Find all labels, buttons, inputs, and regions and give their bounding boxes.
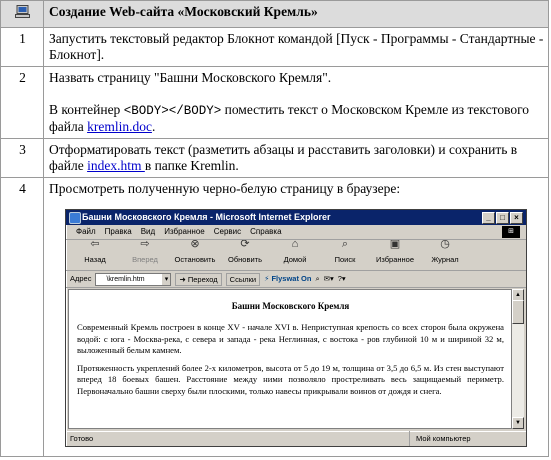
browser-window: Башни Московского Кремля - Microsoft Int… — [65, 209, 527, 447]
mail-icon[interactable]: ✉▾ — [324, 271, 334, 287]
status-bar: Готово Мой компьютер — [66, 431, 526, 446]
menu-help[interactable]: Справка — [250, 224, 281, 240]
forward-label: Вперед — [132, 255, 158, 264]
menu-tools[interactable]: Сервис — [214, 224, 241, 240]
search-button[interactable]: ⌕ Поиск — [320, 238, 370, 270]
content-paragraph: Протяженность укреплений более 2-х килом… — [77, 362, 504, 396]
menu-edit[interactable]: Правка — [105, 224, 132, 240]
maximize-button[interactable]: □ — [496, 212, 509, 224]
step-text: Просмотреть полученную черно-белую стран… — [49, 181, 401, 196]
step-cell: Отформатировать текст (разметить абзацы … — [43, 138, 549, 178]
menu-view[interactable]: Вид — [141, 224, 155, 240]
back-label: Назад — [84, 255, 106, 264]
address-label: Адрес — [70, 274, 92, 283]
flyswat-button[interactable]: ⚡ Flyswat On — [264, 271, 311, 287]
page-content: Башни Московского Кремля Современный Кре… — [68, 289, 513, 429]
links-button[interactable]: Ссылки — [225, 272, 261, 286]
header-icon-cell — [0, 0, 44, 28]
address-input[interactable]: \kremlin.htm — [95, 272, 172, 286]
ie-app-icon — [69, 212, 81, 224]
kremlin-doc-link[interactable]: kremlin.doc — [87, 119, 152, 134]
history-button[interactable]: ◷ Журнал — [420, 238, 470, 270]
browser-titlebar: Башни Московского Кремля - Microsoft Int… — [66, 210, 526, 225]
step-text-part: . — [151, 119, 156, 134]
refresh-button[interactable]: ⟳ Обновить — [220, 238, 270, 270]
step-text-part: в папке Kremlin. — [144, 158, 239, 173]
stop-button[interactable]: ⊗ Остановить — [170, 238, 220, 270]
back-button[interactable]: ⇦ Назад — [70, 238, 120, 270]
step-cell: Просмотреть полученную черно-белую стран… — [43, 177, 549, 457]
search-label: Поиск — [334, 255, 356, 264]
go-label: Переход — [187, 274, 218, 284]
home-button[interactable]: ⌂ Домой — [270, 238, 320, 270]
favorites-label: Избранное — [375, 255, 414, 264]
scroll-thumb[interactable] — [512, 300, 524, 324]
status-ready: Готово — [66, 431, 410, 446]
computer-icon — [15, 5, 30, 18]
step-number: 4 — [0, 177, 44, 457]
close-button[interactable]: × — [510, 212, 523, 224]
menu-favorites[interactable]: Избранное — [164, 224, 205, 240]
browser-menubar: Файл Правка Вид Избранное Сервис Справка… — [66, 225, 526, 240]
menu-file[interactable]: Файл — [76, 224, 96, 240]
scroll-down-icon[interactable]: ▼ — [512, 417, 524, 429]
step-number: 3 — [0, 138, 44, 178]
go-arrow-icon: ➜ — [179, 274, 186, 284]
help-icon[interactable]: ?▾ — [338, 271, 346, 287]
index-htm-link[interactable]: index.htm — [87, 158, 145, 173]
flyswat-label: Flyswat On — [271, 274, 312, 283]
forward-button[interactable]: ⇨ Вперед — [120, 238, 170, 270]
content-heading: Башни Московского Кремля — [231, 301, 350, 311]
history-label: Журнал — [431, 255, 459, 264]
code-tag: <BODY></BODY> — [123, 104, 222, 118]
minimize-button[interactable]: _ — [482, 212, 495, 224]
address-bar: Адрес \kremlin.htm ➜ Переход Ссылки ⚡ Fl… — [66, 271, 526, 288]
instructions-table: Создание Web-сайта «Московский Кремль» 1… — [0, 0, 549, 457]
windows-flag-icon: ⊞ — [502, 226, 520, 238]
refresh-label: Обновить — [228, 255, 262, 264]
search-small-icon[interactable]: ⌕ — [315, 271, 319, 287]
browser-toolbar: ⇦ Назад ⇨ Вперед ⊗ Остановить ⟳ Обновить ⌂ До… — [66, 238, 526, 271]
step-text: В контейнер <BODY></BODY> поместить текс… — [49, 102, 544, 135]
go-button[interactable]: ➜ Переход — [175, 272, 222, 286]
page-title: Создание Web-сайта «Московский Кремль» — [43, 0, 549, 28]
step-text: Запустить текстовый редактор Блокнот ком… — [43, 27, 549, 67]
home-label: Домой — [283, 255, 307, 264]
step-number: 1 — [0, 27, 44, 67]
step-cell: Назвать страницу "Башни Московского Крем… — [43, 66, 549, 139]
vertical-scrollbar[interactable]: ▲ ▼ — [511, 289, 524, 429]
step-text: Назвать страницу "Башни Московского Крем… — [49, 70, 332, 85]
stop-label: Остановить — [174, 255, 216, 264]
step-number: 2 — [0, 66, 44, 139]
browser-title: Башни Московского Кремля - Microsoft Int… — [82, 212, 331, 222]
content-paragraph: Современный Кремль построен в конце XV -… — [77, 322, 504, 355]
flyswat-icon: ⚡ — [264, 274, 270, 283]
step-text-part: В контейнер — [49, 102, 124, 117]
favorites-button[interactable]: ▣ Избранное — [370, 238, 420, 270]
status-zone: Мой компьютер — [416, 434, 471, 443]
